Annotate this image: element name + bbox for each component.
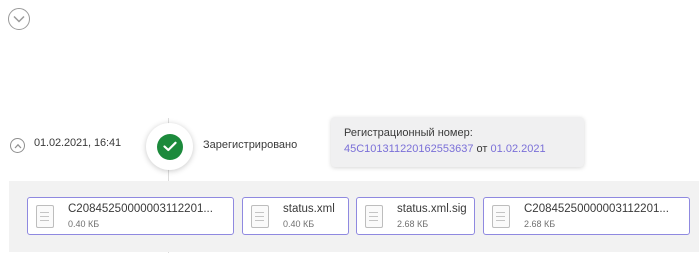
event-datetime: 01.02.2021, 16:41 — [34, 137, 121, 149]
document-icon — [251, 205, 269, 228]
document-icon — [492, 205, 510, 228]
file-card[interactable]: status.xml.sig 2.68 КБ — [356, 197, 475, 235]
document-icon — [36, 205, 54, 228]
registration-title: Регистрационный номер: — [344, 127, 473, 139]
file-size: 0.40 КБ — [68, 219, 100, 229]
file-card[interactable]: C20845250000003112201... 2.68 КБ — [483, 197, 690, 235]
status-check-badge — [156, 133, 183, 160]
file-name: status.xml — [283, 203, 335, 215]
registration-date-link[interactable]: 01.02.2021 — [491, 143, 546, 155]
file-name: C20845250000003112201... — [524, 203, 669, 215]
file-card[interactable]: C20845250000003112201... 0.40 КБ — [27, 197, 234, 235]
file-name: status.xml.sig — [397, 203, 467, 215]
registration-date-prefix: от — [476, 143, 488, 155]
document-icon — [365, 205, 383, 228]
attached-files-panel: C20845250000003112201... 0.40 КБ status.… — [9, 181, 699, 252]
registration-info-card: Регистрационный номер: 45C10131122016255… — [331, 117, 584, 167]
event-collapse-toggle[interactable] — [10, 138, 25, 153]
status-indicator — [146, 123, 193, 170]
registration-number-link[interactable]: 45C101311220162553637 — [344, 143, 473, 155]
status-label: Зарегистрировано — [203, 139, 298, 151]
expand-all-toggle[interactable] — [8, 8, 30, 30]
file-card[interactable]: status.xml 0.40 КБ — [242, 197, 349, 235]
file-name: C20845250000003112201... — [68, 203, 213, 215]
registration-line: 45C101311220162553637 от 01.02.2021 — [344, 142, 584, 157]
file-size: 2.68 КБ — [524, 219, 556, 229]
file-size: 2.68 КБ — [397, 219, 429, 229]
chevron-up-icon — [14, 143, 21, 148]
check-icon — [162, 141, 177, 152]
file-size: 0.40 КБ — [283, 219, 315, 229]
chevron-down-icon — [13, 15, 25, 23]
